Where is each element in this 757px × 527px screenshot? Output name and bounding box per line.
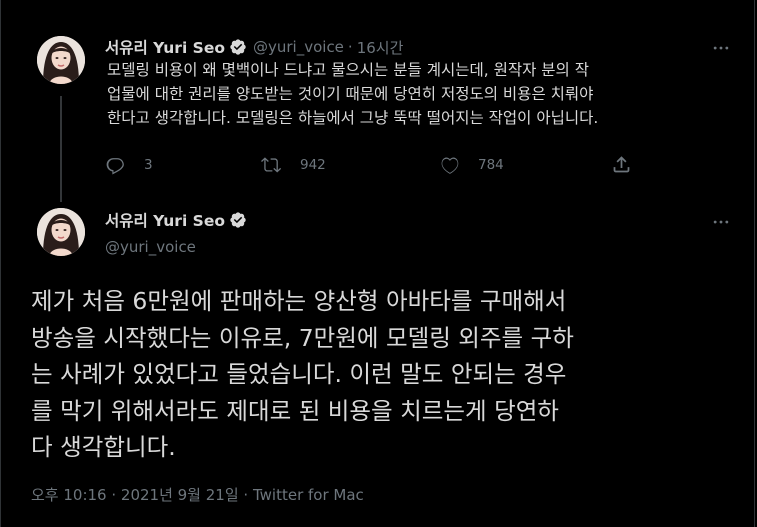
like-count: 784 [478, 156, 504, 173]
tweet-timestamp[interactable]: 오후 10:16 · 2021년 9월 21일 [31, 486, 239, 504]
meta-separator: · [243, 486, 249, 504]
more-icon[interactable] [711, 38, 731, 58]
main-header: 서유리 Yuri Seo [105, 209, 247, 231]
retweet-button[interactable]: 942 [261, 154, 326, 175]
reply-header: 서유리 Yuri Seo @yuri_voice · 16시간 [105, 36, 403, 58]
retweet-icon [261, 157, 282, 173]
display-name[interactable]: 서유리 Yuri Seo [105, 36, 225, 58]
tweet-actions: 3 942 784 [105, 152, 645, 180]
reply-count: 3 [144, 156, 153, 173]
share-button[interactable] [611, 154, 632, 175]
verified-icon [230, 212, 246, 228]
share-icon [613, 156, 630, 173]
tweet-time[interactable]: 16시간 [357, 37, 404, 58]
like-button[interactable]: 784 [439, 154, 504, 175]
main-avatar[interactable] [37, 208, 85, 256]
separator-dot: · [347, 38, 353, 56]
thread-connector-line [60, 96, 62, 202]
retweet-count: 942 [300, 156, 326, 173]
reply-tweet-text: 모델링 비용이 왜 몇백이나 드냐고 물으시는 분들 계시는데, 원작자 분의 … [107, 61, 599, 127]
tweet-thread: 서유리 Yuri Seo @yuri_voice · 16시간 모델링 비용이 … [0, 0, 755, 527]
main-handle[interactable]: @yuri_voice [105, 238, 196, 256]
tweet-source[interactable]: Twitter for Mac [253, 486, 364, 504]
heart-icon [441, 157, 459, 174]
verified-icon [230, 39, 246, 55]
more-icon[interactable] [711, 212, 731, 232]
tweet-meta: 오후 10:16 · 2021년 9월 21일 · Twitter for Ma… [31, 484, 364, 505]
reply-button[interactable]: 3 [105, 154, 153, 175]
comment-icon [106, 158, 124, 175]
avatar[interactable] [37, 36, 85, 84]
main-tweet-text: 제가 처음 6만원에 판매하는 양산형 아바타를 구매해서 방송을 시작했다는 … [31, 287, 574, 461]
main-display-name[interactable]: 서유리 Yuri Seo [105, 209, 225, 231]
handle[interactable]: @yuri_voice [253, 38, 344, 56]
